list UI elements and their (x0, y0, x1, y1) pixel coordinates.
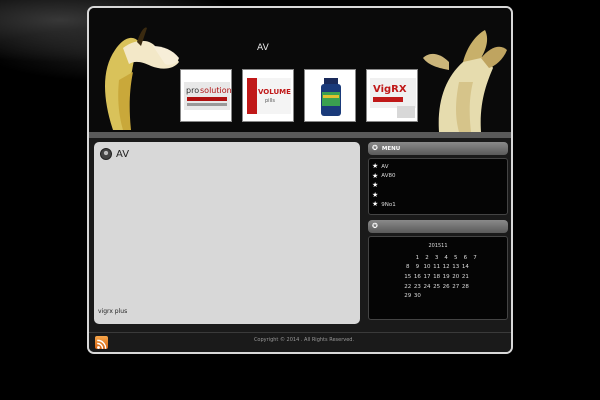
star-icon: ✪ (372, 144, 378, 152)
prosolution-box-image: pro solution (181, 70, 232, 121)
star-icon: ★ (372, 190, 379, 199)
calendar-day: 4 (444, 254, 448, 261)
site-header: AV pro solution VOLUME pills VigRX (89, 8, 511, 132)
calendar-day: 2 (425, 254, 429, 261)
calendar-day: 15 (404, 273, 412, 280)
calendar-day: 19 (442, 273, 450, 280)
product-volume-pills[interactable]: VOLUME pills (242, 69, 294, 122)
calendar-day: 27 (452, 283, 460, 290)
calendar-day: 18 (433, 273, 441, 280)
calendar-day: 30 (413, 293, 421, 300)
calendar-grid: 1 2 3 4 5 6 7 8 9 10 11 12 13 14 15 16 17 18 19 20 21 22 23 24 2… (369, 253, 507, 301)
site-subtitle: AV (257, 43, 269, 53)
menu-widget-title-text: MENU (381, 145, 401, 152)
calendar-day: 14 (461, 264, 469, 271)
calendar-day: 13 (452, 264, 460, 271)
menu-widget-title: ✪ MENU (368, 142, 508, 155)
svg-text:pro: pro (186, 86, 199, 95)
calendar-day: 8 (406, 264, 410, 271)
calendar-row: 8 9 10 11 12 13 14 (369, 263, 507, 273)
calendar-day: 16 (413, 273, 421, 280)
calendar-month: 201511 (428, 243, 448, 249)
calendar-day: 9 (415, 264, 420, 271)
post-title[interactable]: AV (100, 148, 129, 160)
calendar-day: 1 (415, 254, 420, 261)
calendar-row: 1234567 (369, 253, 507, 263)
product-vigrx-plus[interactable]: VigRX (366, 69, 418, 122)
svg-text:pills: pills (265, 98, 275, 104)
calendar-day: 26 (442, 283, 450, 290)
calendar-day: 21 (461, 273, 469, 280)
product-supplement-bottle[interactable] (304, 69, 356, 122)
main-content-panel: AV vigrx plus (94, 142, 360, 324)
calendar-row: 29 30 (369, 291, 507, 301)
site-footer: Copyright © 2014 . All Rights Reserved. (89, 332, 511, 352)
banana-left-image (93, 20, 181, 132)
calendar-row: 15 16 17 18 19 20 21 (369, 272, 507, 282)
calendar-row: 22 23 24 25 26 27 28 (369, 282, 507, 292)
calendar-day: 6 (463, 254, 468, 261)
sidebar: ✪ MENU ★ AV ★ AV80 ★ ★ ★ 9No1 ✪ 201511 1234… (368, 142, 508, 320)
menu-widget-body: ★ AV ★ AV80 ★ ★ ★ 9No1 (368, 158, 508, 215)
star-icon: ★ (372, 162, 379, 171)
calendar-day: 25 (433, 283, 441, 290)
calendar-day: 20 (452, 273, 460, 280)
post-bullet-icon (100, 148, 112, 160)
star-icon: ★ (372, 181, 379, 190)
calendar-day: 23 (413, 283, 421, 290)
calendar-day: 11 (433, 264, 441, 271)
calendar-day: 5 (454, 254, 458, 261)
calendar-day: 7 (473, 254, 477, 261)
page-wrapper: AV pro solution VOLUME pills VigRX AV vi… (87, 6, 513, 354)
svg-text:VOLUME: VOLUME (258, 88, 291, 96)
star-icon: ★ (372, 171, 379, 180)
banana-right-image (419, 22, 511, 132)
post-title-text[interactable]: AV (116, 149, 129, 160)
calendar-day: 24 (423, 283, 431, 290)
volume-pills-box-image: VOLUME pills (243, 70, 293, 121)
star-icon: ★ (372, 200, 379, 209)
calendar-day: 29 (404, 293, 412, 300)
menu-item[interactable]: ★ AV80 (369, 172, 507, 182)
calendar-day: 12 (442, 264, 450, 271)
header-divider (89, 132, 511, 138)
product-prosolution[interactable]: pro solution (180, 69, 232, 122)
menu-item[interactable]: ★ (369, 191, 507, 201)
calendar-widget-body: 201511 1 2 3 4 5 6 7 8 9 10 11 12 13 14 15 16 17 18 19 20 21… (368, 236, 508, 320)
calendar-widget-title: ✪ (368, 220, 508, 233)
svg-text:solution: solution (200, 86, 232, 95)
calendar-day: 10 (423, 264, 431, 271)
copyright-text: Copyright © 2014 . All Rights Reserved. (253, 337, 355, 343)
supplement-bottle-image (305, 70, 355, 121)
calendar-day: 3 (434, 254, 439, 261)
menu-item[interactable]: ★ 9No1 (369, 200, 507, 210)
menu-item[interactable]: ★ AV (369, 162, 507, 172)
star-icon: ✪ (372, 222, 378, 230)
calendar-day: 28 (461, 283, 469, 290)
menu-item[interactable]: ★ (369, 181, 507, 191)
rss-feed-icon[interactable] (95, 336, 108, 349)
post-footer-text: vigrx plus (98, 308, 128, 315)
svg-text:VigRX: VigRX (373, 84, 407, 95)
calendar-day: 22 (404, 283, 412, 290)
calendar-day: 17 (423, 273, 431, 280)
vigrx-plus-box-image: VigRX (367, 70, 417, 121)
